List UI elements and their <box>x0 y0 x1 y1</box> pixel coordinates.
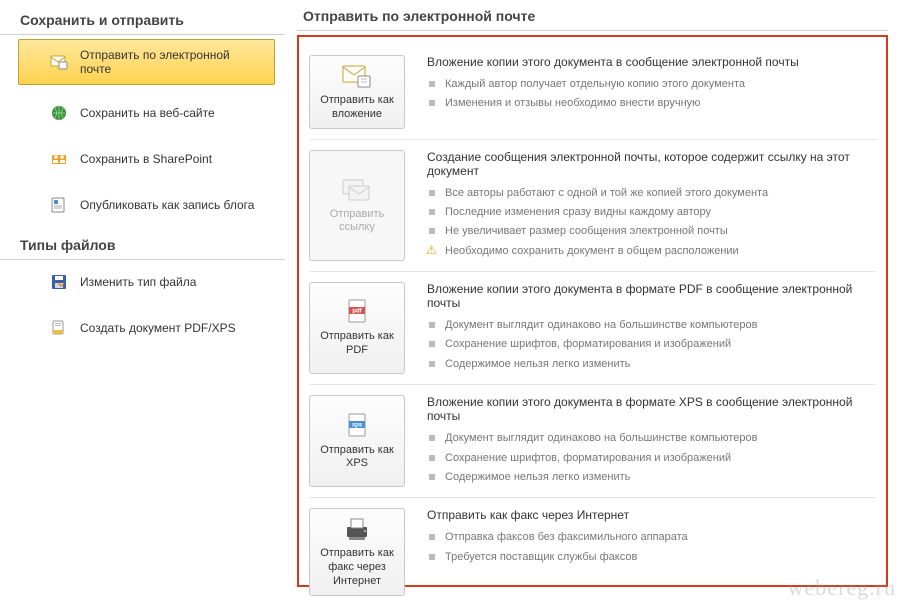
send-as-pdf-button[interactable]: pdf Отправить как PDF <box>309 282 405 374</box>
bullet-item: Содержимое нельзя легко изменить <box>427 355 876 374</box>
option-send-pdf: pdf Отправить как PDF Вложение копии это… <box>309 271 876 384</box>
option-send-link: Отправить ссылку Создание сообщения элек… <box>309 139 876 272</box>
section-title-file-types: Типы файлов <box>0 233 285 260</box>
mail-attachment-icon <box>341 62 373 90</box>
button-label: Отправить как XPS <box>314 444 400 472</box>
option-heading: Создание сообщения электронной почты, ко… <box>427 150 876 178</box>
watermark: webereg.ru <box>788 575 896 601</box>
button-label: Отправить как факс через Интернет <box>314 547 400 588</box>
bullet-item: Требуется поставщик службы факсов <box>427 548 876 567</box>
option-heading: Вложение копии этого документа в формате… <box>427 395 876 423</box>
button-label: Отправить как вложение <box>314 94 400 122</box>
sidebar-item-save-web[interactable]: Сохранить на веб-сайте <box>18 95 275 131</box>
sidebar-item-save-sharepoint[interactable]: Сохранить в SharePoint <box>18 141 275 177</box>
bullet-item: Не увеличивает размер сообщения электрон… <box>427 222 876 241</box>
sharepoint-icon <box>50 150 68 168</box>
sidebar-item-label: Создать документ PDF/XPS <box>80 321 236 335</box>
send-link-button: Отправить ссылку <box>309 150 405 262</box>
blog-post-icon <box>50 196 68 214</box>
bullet-item: Каждый автор получает отдельную копию эт… <box>427 75 876 94</box>
svg-text:pdf: pdf <box>352 309 362 315</box>
bullet-item: Отправка факсов без факсимильного аппара… <box>427 528 876 547</box>
option-send-xps: xps Отправить как XPS Вложение копии это… <box>309 384 876 497</box>
button-label: Отправить ссылку <box>314 208 400 236</box>
bullet-item: Сохранение шрифтов, форматирования и изо… <box>427 335 876 354</box>
pdf-xps-icon <box>50 319 68 337</box>
bullet-item: Содержимое нельзя легко изменить <box>427 468 876 487</box>
bullet-list: Отправка факсов без факсимильного аппара… <box>427 528 876 567</box>
fax-icon <box>341 515 373 543</box>
svg-text:xps: xps <box>352 422 363 428</box>
pdf-icon: pdf <box>341 298 373 326</box>
bullet-item: Последние изменения сразу видны каждому … <box>427 203 876 222</box>
sidebar-item-label: Сохранить на веб-сайте <box>80 106 215 120</box>
section-title-save-send: Сохранить и отправить <box>0 8 285 35</box>
bullet-item: Документ выглядит одинаково на большинст… <box>427 316 876 335</box>
bullet-item: Сохранение шрифтов, форматирования и изо… <box>427 449 876 468</box>
main-title: Отправить по электронной почте <box>297 8 888 31</box>
globe-icon <box>50 104 68 122</box>
option-send-attachment: Отправить как вложение Вложение копии эт… <box>309 45 876 139</box>
sidebar-item-change-filetype[interactable]: Изменить тип файла <box>18 264 275 300</box>
sidebar-item-label: Опубликовать как запись блога <box>80 198 254 212</box>
mail-link-icon <box>341 176 373 204</box>
bullet-list: Каждый автор получает отдельную копию эт… <box>427 75 876 114</box>
sidebar-item-create-pdf-xps[interactable]: Создать документ PDF/XPS <box>18 310 275 346</box>
save-as-icon <box>50 273 68 291</box>
sidebar-item-send-email[interactable]: Отправить по электронной почте <box>18 39 275 85</box>
sidebar-item-label: Изменить тип файла <box>80 275 196 289</box>
send-as-attachment-button[interactable]: Отправить как вложение <box>309 55 405 129</box>
xps-icon: xps <box>341 412 373 440</box>
sidebar-item-label: Отправить по электронной почте <box>80 48 263 76</box>
button-label: Отправить как PDF <box>314 330 400 358</box>
highlight-box: Отправить как вложение Вложение копии эт… <box>297 35 888 587</box>
bullet-item: Изменения и отзывы необходимо внести вру… <box>427 94 876 113</box>
bullet-list: Все авторы работают с одной и той же коп… <box>427 184 876 262</box>
bullet-item: Все авторы работают с одной и той же коп… <box>427 184 876 203</box>
option-heading: Отправить как факс через Интернет <box>427 508 876 522</box>
option-heading: Вложение копии этого документа в формате… <box>427 282 876 310</box>
bullet-item-warning: Необходимо сохранить документ в общем ра… <box>427 242 876 261</box>
send-as-internet-fax-button[interactable]: Отправить как факс через Интернет <box>309 508 405 595</box>
mail-attachment-icon <box>50 53 68 71</box>
sidebar: Сохранить и отправить Отправить по элект… <box>0 0 285 601</box>
bullet-list: Документ выглядит одинаково на большинст… <box>427 316 876 374</box>
sidebar-item-label: Сохранить в SharePoint <box>80 152 212 166</box>
bullet-item: Документ выглядит одинаково на большинст… <box>427 429 876 448</box>
main-panel: Отправить по электронной почте Отправить… <box>285 0 900 601</box>
bullet-list: Документ выглядит одинаково на большинст… <box>427 429 876 487</box>
sidebar-item-publish-blog[interactable]: Опубликовать как запись блога <box>18 187 275 223</box>
send-as-xps-button[interactable]: xps Отправить как XPS <box>309 395 405 487</box>
option-heading: Вложение копии этого документа в сообщен… <box>427 55 876 69</box>
